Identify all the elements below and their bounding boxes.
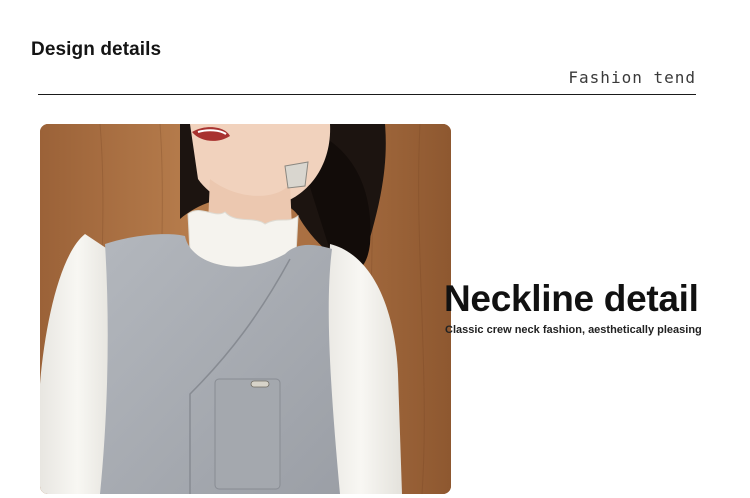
product-photo	[40, 124, 451, 494]
earring	[284, 161, 309, 189]
divider-line	[38, 94, 696, 95]
feature-heading: Neckline detail	[444, 278, 699, 319]
pocket-badge	[250, 380, 270, 388]
feature-caption: Classic crew neck fashion, aesthetically…	[445, 324, 702, 336]
section-title: Design details	[31, 39, 162, 60]
vest-pocket	[214, 378, 281, 490]
section-subtitle: Fashion tend	[568, 68, 696, 87]
